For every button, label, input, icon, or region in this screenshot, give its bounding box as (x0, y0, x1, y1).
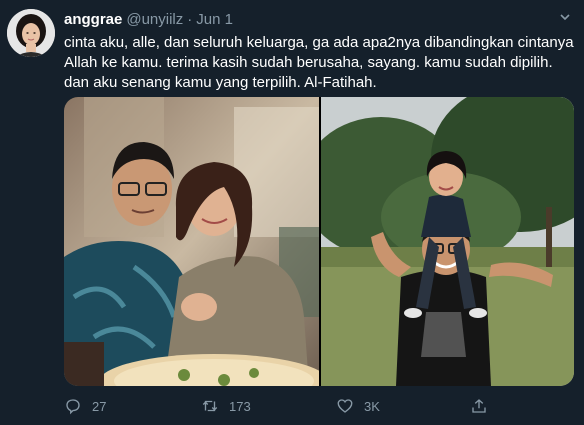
tweet-date[interactable]: Jun 1 (196, 11, 233, 28)
retweet-count: 173 (229, 398, 251, 414)
share-icon (472, 399, 486, 413)
tweet: anggrae @unyiilz · Jun 1 cinta aku, alle, d… (0, 0, 584, 425)
separator-dot: · (187, 11, 193, 28)
reply-count: 27 (92, 398, 107, 414)
avatar-image (7, 9, 55, 57)
retweet-button[interactable]: 173 (201, 392, 251, 420)
display-name[interactable]: anggrae (64, 11, 122, 28)
tweet-header: anggrae @unyiilz · Jun 1 (64, 11, 233, 28)
user-handle[interactable]: @unyiilz (126, 11, 183, 28)
reply-icon (66, 399, 80, 415)
heart-icon (337, 399, 353, 413)
media-grid (64, 97, 574, 386)
like-count: 3K (364, 398, 380, 414)
reply-button[interactable]: 27 (64, 392, 106, 420)
tweet-actions: 27 173 3K (64, 392, 574, 420)
share-button[interactable] (470, 392, 498, 420)
retweet-icon (202, 400, 218, 412)
photo-couple[interactable] (64, 97, 329, 386)
photo-father-daughter[interactable] (301, 97, 574, 386)
tweet-text: cinta aku, alle, dan seluruh keluarga, g… (64, 34, 574, 91)
like-button[interactable]: 3K (336, 392, 380, 420)
avatar[interactable] (7, 9, 55, 57)
chevron-down-icon[interactable] (556, 10, 574, 28)
